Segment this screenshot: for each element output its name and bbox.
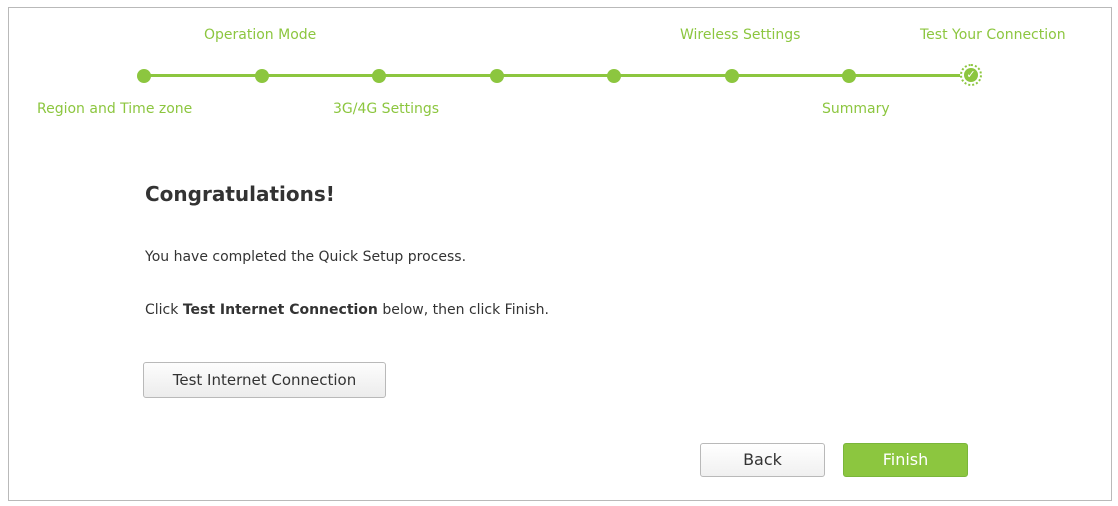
step-label-summary: Summary	[822, 101, 890, 117]
step-dot	[490, 69, 504, 83]
test-internet-connection-button[interactable]: Test Internet Connection	[143, 362, 386, 398]
step-label-test-your-connection: Test Your Connection	[920, 27, 1066, 43]
page-title: Congratulations!	[145, 182, 335, 206]
progress-stepper: Operation Mode Wireless Settings Test Yo…	[0, 0, 1118, 140]
step-dot	[255, 69, 269, 83]
step-dot	[607, 69, 621, 83]
finish-button[interactable]: Finish	[843, 443, 968, 477]
instruction-bold: Test Internet Connection	[182, 302, 378, 318]
instruction-prefix: Click	[145, 302, 183, 318]
step-dot-current: ✓	[960, 64, 982, 86]
step-label-operation-mode: Operation Mode	[204, 27, 317, 43]
step-dot	[137, 69, 151, 83]
step-label-wireless-settings: Wireless Settings	[680, 27, 801, 43]
completion-message: You have completed the Quick Setup proce…	[145, 249, 467, 265]
step-label-region-time-zone: Region and Time zone	[37, 101, 193, 117]
check-icon: ✓	[964, 68, 978, 82]
instruction-suffix: below, then click Finish.	[377, 302, 549, 318]
step-label-3g4g-settings: 3G/4G Settings	[333, 101, 440, 117]
step-dot	[725, 69, 739, 83]
back-button[interactable]: Back	[700, 443, 825, 477]
step-dot	[372, 69, 386, 83]
step-dot	[842, 69, 856, 83]
instruction-message: Click Test Internet Connection below, th…	[145, 302, 549, 318]
